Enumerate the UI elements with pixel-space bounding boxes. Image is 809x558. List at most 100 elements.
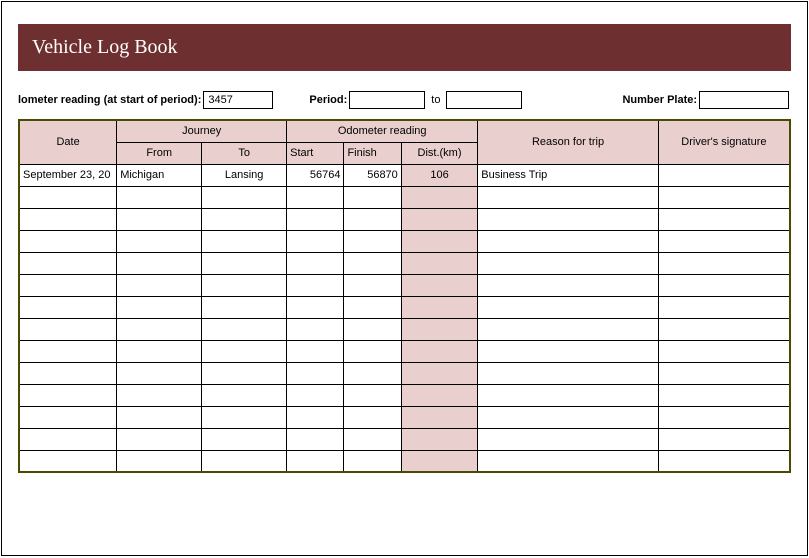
cell-start[interactable] [287, 252, 344, 274]
cell-start[interactable] [287, 230, 344, 252]
cell-sig[interactable] [658, 252, 790, 274]
cell-reason[interactable]: Business Trip [478, 164, 659, 186]
cell-dist[interactable] [401, 274, 477, 296]
cell-dist[interactable] [401, 384, 477, 406]
cell-date[interactable] [19, 362, 117, 384]
cell-dist[interactable] [401, 186, 477, 208]
cell-date[interactable] [19, 406, 117, 428]
cell-date[interactable] [19, 384, 117, 406]
cell-reason[interactable] [478, 252, 659, 274]
cell-finish[interactable] [344, 186, 401, 208]
cell-date[interactable] [19, 274, 117, 296]
cell-from[interactable] [117, 252, 202, 274]
cell-dist[interactable] [401, 450, 477, 472]
cell-start[interactable] [287, 362, 344, 384]
cell-from[interactable] [117, 296, 202, 318]
cell-start[interactable] [287, 274, 344, 296]
cell-reason[interactable] [478, 340, 659, 362]
cell-start[interactable] [287, 208, 344, 230]
cell-from[interactable] [117, 340, 202, 362]
cell-sig[interactable] [658, 318, 790, 340]
cell-date[interactable] [19, 450, 117, 472]
cell-from[interactable] [117, 208, 202, 230]
cell-from[interactable] [117, 450, 202, 472]
cell-dist[interactable]: 106 [401, 164, 477, 186]
cell-to[interactable] [202, 450, 287, 472]
cell-sig[interactable] [658, 406, 790, 428]
cell-finish[interactable]: 56870 [344, 164, 401, 186]
cell-reason[interactable] [478, 296, 659, 318]
cell-reason[interactable] [478, 450, 659, 472]
cell-sig[interactable] [658, 186, 790, 208]
cell-dist[interactable] [401, 428, 477, 450]
period-from-input[interactable] [349, 91, 425, 109]
cell-to[interactable] [202, 362, 287, 384]
cell-to[interactable] [202, 296, 287, 318]
cell-start[interactable] [287, 428, 344, 450]
cell-finish[interactable] [344, 208, 401, 230]
cell-reason[interactable] [478, 208, 659, 230]
cell-reason[interactable] [478, 406, 659, 428]
cell-start[interactable] [287, 384, 344, 406]
cell-date[interactable] [19, 296, 117, 318]
cell-reason[interactable] [478, 186, 659, 208]
cell-sig[interactable] [658, 384, 790, 406]
cell-start[interactable] [287, 406, 344, 428]
cell-dist[interactable] [401, 340, 477, 362]
cell-reason[interactable] [478, 274, 659, 296]
cell-dist[interactable] [401, 230, 477, 252]
cell-dist[interactable] [401, 296, 477, 318]
cell-to[interactable] [202, 406, 287, 428]
cell-finish[interactable] [344, 428, 401, 450]
period-to-input[interactable] [446, 91, 522, 109]
cell-to[interactable] [202, 230, 287, 252]
cell-to[interactable] [202, 318, 287, 340]
cell-from[interactable] [117, 230, 202, 252]
cell-start[interactable] [287, 450, 344, 472]
cell-to[interactable] [202, 384, 287, 406]
cell-finish[interactable] [344, 406, 401, 428]
cell-start[interactable] [287, 318, 344, 340]
cell-finish[interactable] [344, 318, 401, 340]
cell-start[interactable]: 56764 [287, 164, 344, 186]
cell-to[interactable]: Lansing [202, 164, 287, 186]
cell-reason[interactable] [478, 230, 659, 252]
cell-sig[interactable] [658, 428, 790, 450]
cell-date[interactable] [19, 428, 117, 450]
cell-from[interactable]: Michigan [117, 164, 202, 186]
cell-sig[interactable] [658, 362, 790, 384]
cell-date[interactable] [19, 340, 117, 362]
cell-finish[interactable] [344, 340, 401, 362]
cell-date[interactable] [19, 208, 117, 230]
cell-to[interactable] [202, 186, 287, 208]
cell-from[interactable] [117, 362, 202, 384]
cell-finish[interactable] [344, 450, 401, 472]
cell-sig[interactable] [658, 274, 790, 296]
cell-start[interactable] [287, 296, 344, 318]
cell-sig[interactable] [658, 296, 790, 318]
cell-to[interactable] [202, 340, 287, 362]
cell-to[interactable] [202, 252, 287, 274]
cell-from[interactable] [117, 428, 202, 450]
cell-date[interactable] [19, 186, 117, 208]
cell-dist[interactable] [401, 208, 477, 230]
cell-from[interactable] [117, 318, 202, 340]
cell-from[interactable] [117, 406, 202, 428]
cell-reason[interactable] [478, 318, 659, 340]
cell-start[interactable] [287, 340, 344, 362]
cell-sig[interactable] [658, 208, 790, 230]
cell-finish[interactable] [344, 252, 401, 274]
cell-date[interactable] [19, 230, 117, 252]
cell-from[interactable] [117, 186, 202, 208]
cell-sig[interactable] [658, 164, 790, 186]
cell-date[interactable]: September 23, 20 [19, 164, 117, 186]
cell-to[interactable] [202, 208, 287, 230]
cell-sig[interactable] [658, 230, 790, 252]
cell-dist[interactable] [401, 362, 477, 384]
cell-finish[interactable] [344, 362, 401, 384]
cell-start[interactable] [287, 186, 344, 208]
cell-finish[interactable] [344, 230, 401, 252]
cell-sig[interactable] [658, 450, 790, 472]
cell-reason[interactable] [478, 428, 659, 450]
cell-finish[interactable] [344, 384, 401, 406]
